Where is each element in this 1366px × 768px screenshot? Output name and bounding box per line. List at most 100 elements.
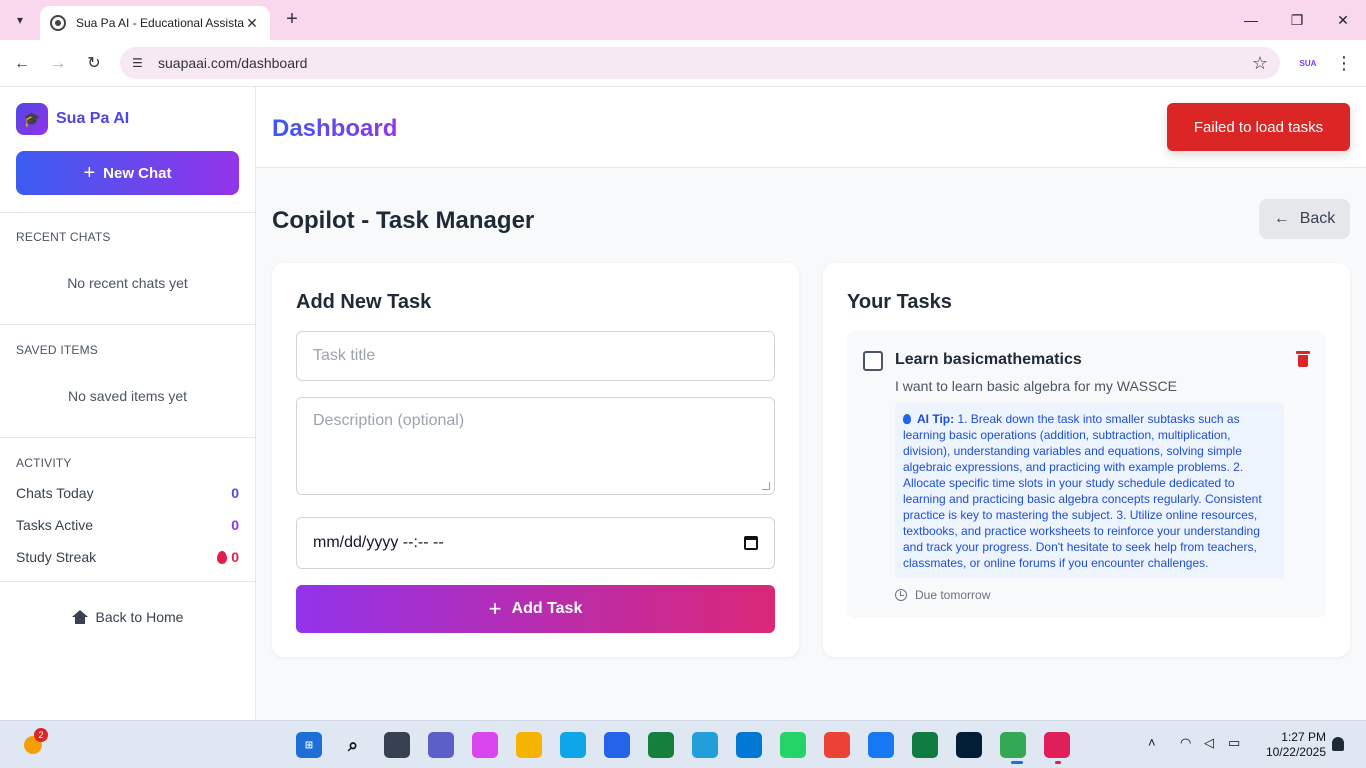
divider <box>0 212 255 213</box>
forward-arrow-icon[interactable]: → <box>46 52 70 76</box>
saved-items-empty: No saved items yet <box>67 388 188 404</box>
telegram-icon[interactable] <box>692 732 718 758</box>
app-icon[interactable] <box>648 732 674 758</box>
system-clock[interactable]: 1:27 PM 10/22/2025 <box>1256 730 1326 760</box>
saved-items-title: SAVED ITEMS <box>16 343 98 357</box>
bookmark-star-icon[interactable]: ☆ <box>1252 53 1268 74</box>
copilot-icon[interactable] <box>472 732 498 758</box>
excel-icon[interactable] <box>912 732 938 758</box>
lightbulb-icon <box>903 414 911 424</box>
close-window-icon[interactable]: ✕ <box>1328 8 1358 32</box>
stat-label: Tasks Active <box>16 517 94 533</box>
add-task-button[interactable]: + Add Task <box>296 585 775 633</box>
site-info-icon[interactable]: ☰ <box>132 56 150 70</box>
recent-chats-empty: No recent chats yet <box>67 275 188 291</box>
page-header-title: Dashboard <box>272 115 398 142</box>
clock-icon <box>895 589 907 601</box>
back-to-home-link[interactable]: Back to Home <box>0 609 255 625</box>
reload-icon[interactable]: ↻ <box>82 52 106 76</box>
add-task-label: Add Task <box>511 600 583 617</box>
arrow-left-icon: ← <box>1273 210 1290 227</box>
slack-icon[interactable] <box>1044 732 1070 758</box>
notification-bell-icon[interactable] <box>1332 737 1344 751</box>
whatsapp-icon[interactable] <box>780 732 806 758</box>
tab-favicon-icon <box>50 15 66 31</box>
your-tasks-title: Your Tasks <box>847 291 952 313</box>
browser-tab-active[interactable]: Sua Pa AI - Educational Assistant ✕ <box>40 6 270 40</box>
back-to-home-label: Back to Home <box>95 609 184 625</box>
stat-label: Chats Today <box>16 485 94 501</box>
ai-tip-box: AI Tip: 1. Break down the task into smal… <box>895 403 1284 578</box>
tab-title: Sua Pa AI - Educational Assistant <box>76 16 244 30</box>
windows-start-icon[interactable]: ⊞ <box>296 732 322 758</box>
task-view-icon[interactable] <box>384 732 410 758</box>
browser-tab-bar: ▾ Sua Pa AI - Educational Assistant ✕ + … <box>0 0 1366 40</box>
facebook-icon[interactable] <box>868 732 894 758</box>
stat-value: 0 <box>231 517 239 533</box>
calendar-icon[interactable] <box>744 536 758 550</box>
url-text: suapaai.com/dashboard <box>158 55 308 71</box>
search-icon[interactable]: ⌕ <box>340 732 366 758</box>
task-description: I want to learn basic algebra for my WAS… <box>895 378 1177 394</box>
new-chat-label: New Chat <box>103 164 172 182</box>
resize-handle-icon[interactable] <box>762 482 770 490</box>
home-icon <box>71 610 88 624</box>
stat-label: Study Streak <box>16 549 97 565</box>
error-toast[interactable]: Failed to load tasks <box>1167 103 1350 151</box>
stat-streak-value: 0 <box>217 549 239 565</box>
task-name: Learn basicmathematics <box>895 351 1082 368</box>
brand[interactable]: 🎓 Sua Pa AI <box>16 103 129 135</box>
weather-widget[interactable]: 2 <box>20 728 48 758</box>
running-indicator <box>1055 761 1061 764</box>
recent-chats-title: RECENT CHATS <box>16 230 111 244</box>
file-explorer-icon[interactable] <box>516 732 542 758</box>
teams-icon[interactable] <box>428 732 454 758</box>
restore-icon[interactable]: ❐ <box>1282 8 1312 32</box>
store-icon[interactable] <box>604 732 630 758</box>
tab-close-icon[interactable]: ✕ <box>244 15 260 32</box>
battery-icon[interactable]: ▭ <box>1228 735 1240 751</box>
wifi-icon[interactable]: ◠ <box>1180 735 1191 751</box>
edge-icon[interactable] <box>560 732 586 758</box>
page-title: Copilot - Task Manager <box>272 207 535 234</box>
vscode-icon[interactable] <box>736 732 762 758</box>
task-title-input[interactable]: Task title <box>296 331 775 381</box>
stat-chats-today: Chats Today 0 <box>16 485 239 501</box>
task-complete-checkbox[interactable] <box>863 351 883 371</box>
chrome-profile-icon[interactable] <box>824 732 850 758</box>
address-bar[interactable]: ☰ suapaai.com/dashboard ☆ <box>120 47 1280 79</box>
your-tasks-card: Your Tasks Learn basicmathematics I want… <box>823 263 1350 657</box>
clock-date: 10/22/2025 <box>1265 745 1326 759</box>
task-item: Learn basicmathematics I want to learn b… <box>847 331 1326 618</box>
chrome-icon[interactable] <box>1000 732 1026 758</box>
tray-chevron-icon[interactable]: ˄ <box>1148 735 1156 750</box>
clock-time: 1:27 PM <box>1281 730 1326 744</box>
due-date-input[interactable]: mm/dd/yyyy --:-- -- <box>296 517 775 569</box>
volume-icon[interactable]: ◁ <box>1204 735 1214 751</box>
brand-name: Sua Pa AI <box>56 110 130 127</box>
sidebar: 🎓 Sua Pa AI + New Chat RECENT CHATS No r… <box>0 87 256 720</box>
ai-tip-text: 1. Break down the task into smaller subt… <box>903 412 1262 570</box>
stat-study-streak: Study Streak 0 <box>16 549 239 565</box>
task-description-textarea[interactable]: Description (optional) <box>296 397 775 495</box>
trash-icon[interactable] <box>1296 351 1310 367</box>
ai-tip-label: AI Tip: <box>917 412 955 426</box>
add-task-title: Add New Task <box>296 291 432 313</box>
activity-title: ACTIVITY <box>16 456 72 470</box>
photoshop-icon[interactable] <box>956 732 982 758</box>
running-indicator <box>1011 761 1023 764</box>
add-task-card: Add New Task Task title Description (opt… <box>272 263 799 657</box>
divider <box>0 437 255 438</box>
windows-taskbar: 2 ⊞ ⌕ ˄ ◠ ◁ ▭ 1:27 PM 10/22/2025 <box>0 720 1366 768</box>
profile-avatar[interactable]: SUA <box>1296 51 1320 75</box>
back-button[interactable]: ← Back <box>1259 199 1350 239</box>
new-tab-button[interactable]: + <box>282 8 302 32</box>
stat-value: 0 <box>231 485 239 501</box>
back-arrow-icon[interactable]: ← <box>10 52 34 76</box>
minimize-icon[interactable]: — <box>1236 8 1266 32</box>
weather-badge: 2 <box>34 728 48 742</box>
tab-search-chevron-icon[interactable]: ▾ <box>8 8 32 32</box>
new-chat-button[interactable]: + New Chat <box>16 151 239 195</box>
browser-menu-icon[interactable]: ⋮ <box>1334 51 1354 75</box>
flame-icon <box>217 550 228 564</box>
